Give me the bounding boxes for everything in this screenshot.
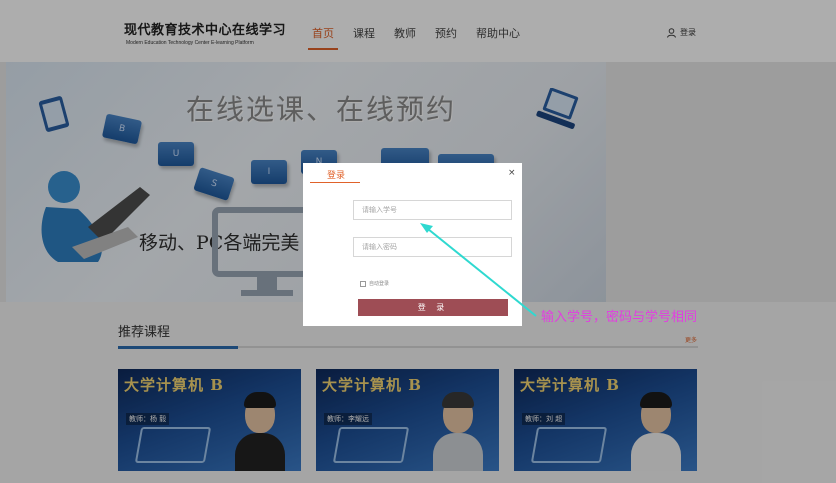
annotation-arrow-icon bbox=[420, 223, 537, 317]
annotation-hint: 输入学号，密码与学号相同 bbox=[541, 310, 698, 325]
